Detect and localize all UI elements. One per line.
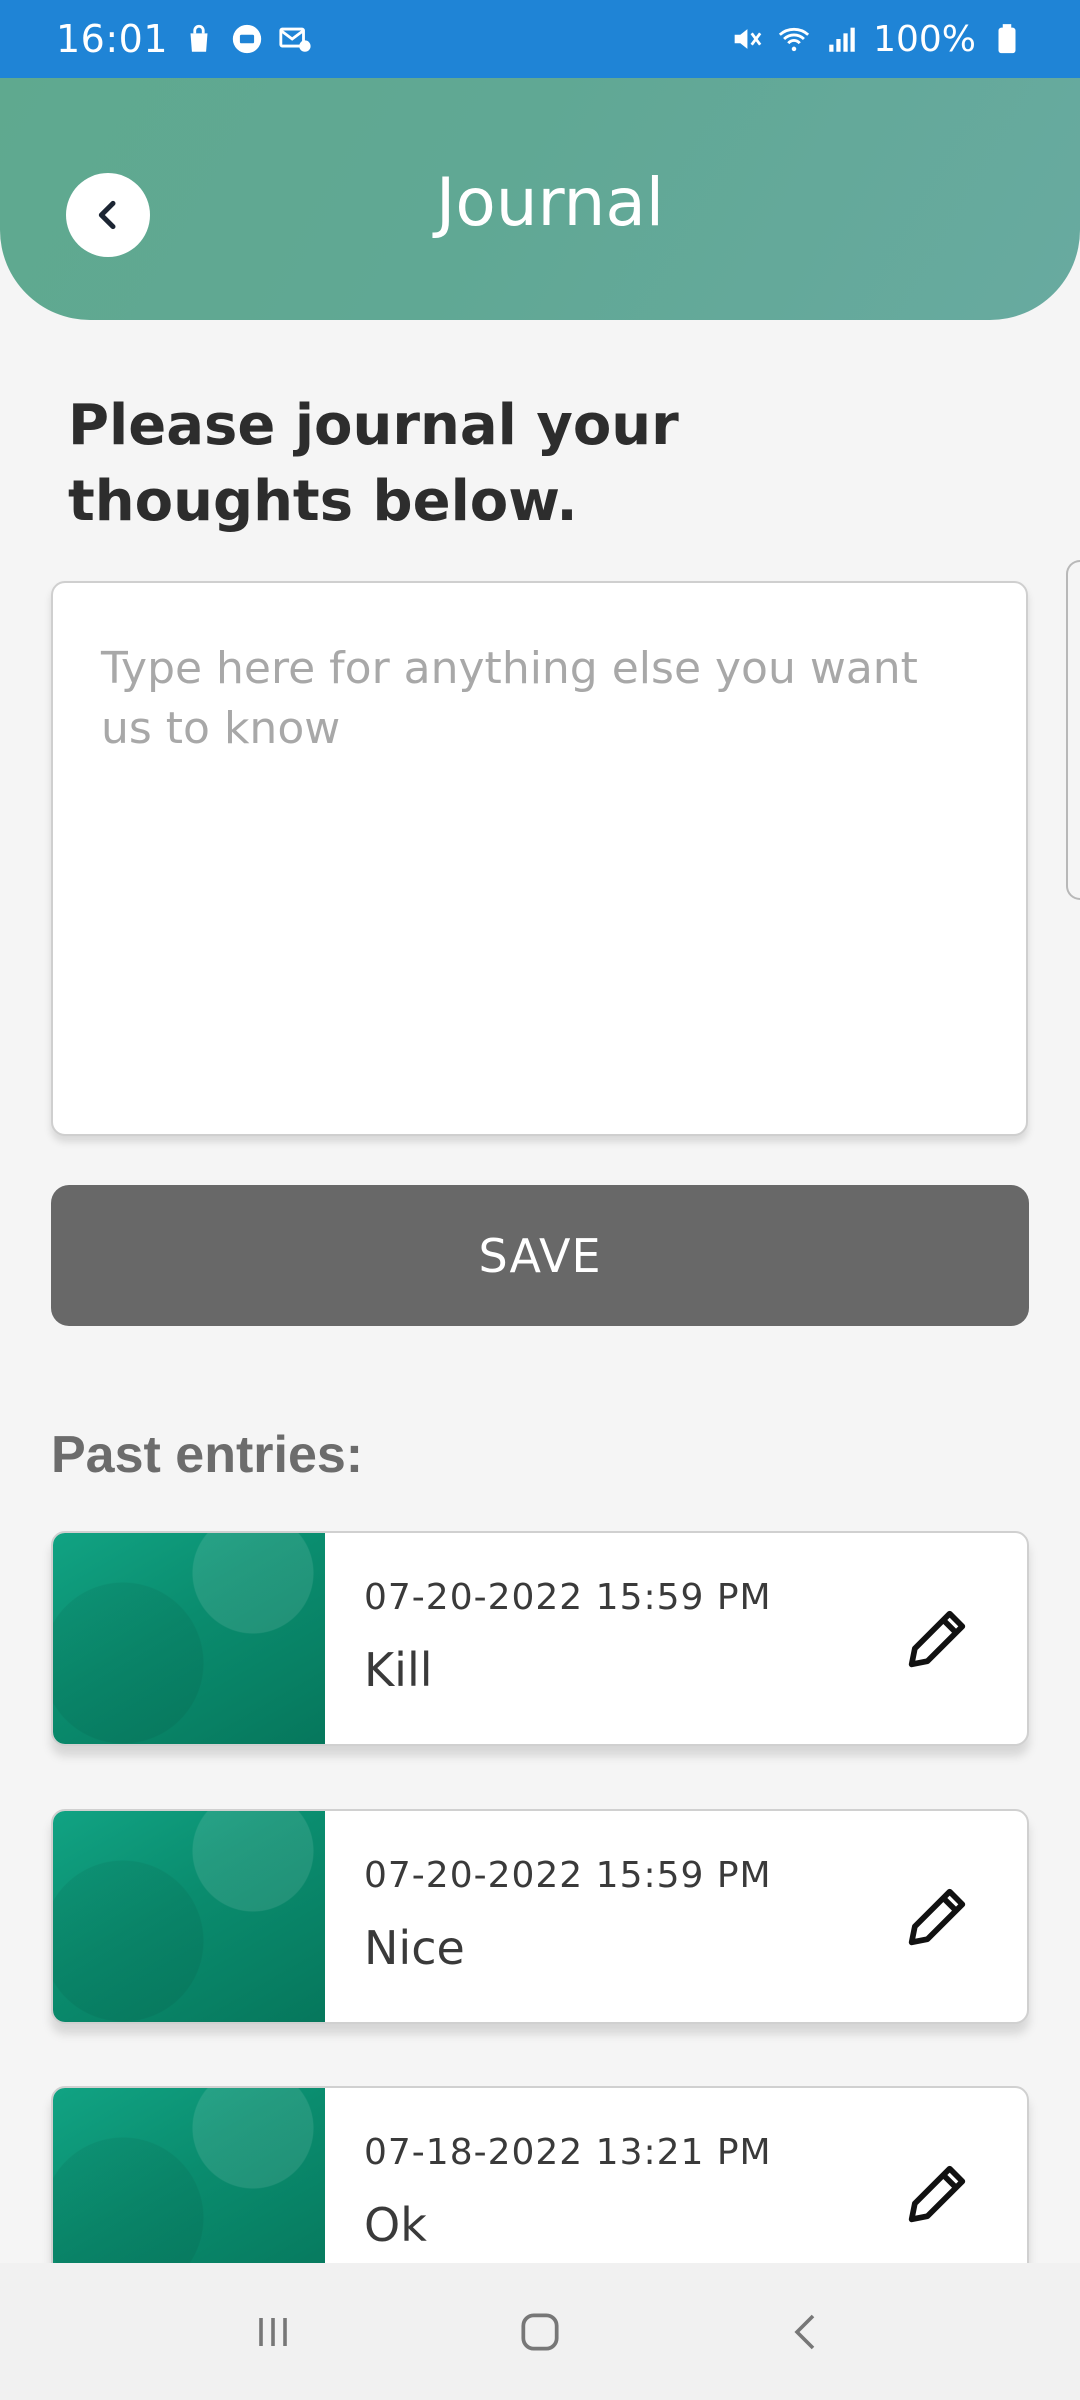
mute-icon bbox=[734, 29, 762, 49]
battery-percent: 100% bbox=[873, 18, 976, 60]
entry-date: 07-20-2022 15:59 PM bbox=[364, 1577, 772, 1618]
pencil-icon[interactable] bbox=[899, 2156, 975, 2232]
recent-apps-icon bbox=[259, 2317, 288, 2346]
home-icon bbox=[521, 2312, 559, 2351]
journal-prompt: Please journal your thoughts below. bbox=[68, 393, 679, 534]
past-entries-list: 07-20-2022 15:59 PM Kill 07-20-2022 15:5… bbox=[0, 1525, 1080, 2263]
entry-text: Nice bbox=[364, 1921, 465, 1975]
entry-date: 07-20-2022 15:59 PM bbox=[364, 1855, 772, 1896]
entry-card[interactable]: 07-18-2022 13:21 PM Ok bbox=[51, 2086, 1029, 2263]
recent-apps-button[interactable] bbox=[233, 2292, 313, 2372]
entry-thumbnail bbox=[53, 1533, 325, 1744]
journal-text-area[interactable] bbox=[51, 581, 1028, 1136]
back-nav-button[interactable] bbox=[767, 2292, 847, 2372]
shopping-bag-icon bbox=[190, 24, 208, 52]
entry-date: 07-18-2022 13:21 PM bbox=[364, 2132, 772, 2173]
home-button[interactable] bbox=[500, 2292, 580, 2372]
page-title: Journal bbox=[435, 164, 665, 241]
entry-text: Kill bbox=[364, 1643, 433, 1697]
battery-icon bbox=[998, 24, 1016, 54]
entry-thumbnail bbox=[53, 1811, 325, 2022]
signal-icon bbox=[829, 27, 855, 52]
side-scroll-edge[interactable] bbox=[1066, 560, 1080, 900]
wifi-icon bbox=[778, 27, 810, 52]
status-left: 16:01 bbox=[56, 17, 312, 61]
status-time: 16:01 bbox=[56, 17, 169, 61]
pencil-icon[interactable] bbox=[899, 1879, 975, 1955]
mail-settings-icon bbox=[279, 27, 311, 52]
pencil-icon[interactable] bbox=[899, 1601, 975, 1677]
header: Journal bbox=[0, 78, 1080, 320]
save-button[interactable]: SAVE bbox=[51, 1185, 1029, 1326]
entry-text: Ok bbox=[364, 2198, 427, 2252]
past-entries-heading: Past entries: bbox=[51, 1426, 364, 1484]
pay-icon bbox=[232, 24, 262, 54]
system-nav-bar bbox=[0, 2263, 1080, 2400]
entry-thumbnail bbox=[53, 2088, 325, 2263]
entry-card[interactable]: 07-20-2022 15:59 PM Nice bbox=[51, 1809, 1029, 2024]
status-bar: 16:01 100% bbox=[0, 0, 1080, 78]
status-right: 100% bbox=[729, 19, 1024, 60]
back-nav-icon bbox=[794, 2314, 814, 2349]
entry-card[interactable]: 07-20-2022 15:59 PM Kill bbox=[51, 1531, 1029, 1746]
